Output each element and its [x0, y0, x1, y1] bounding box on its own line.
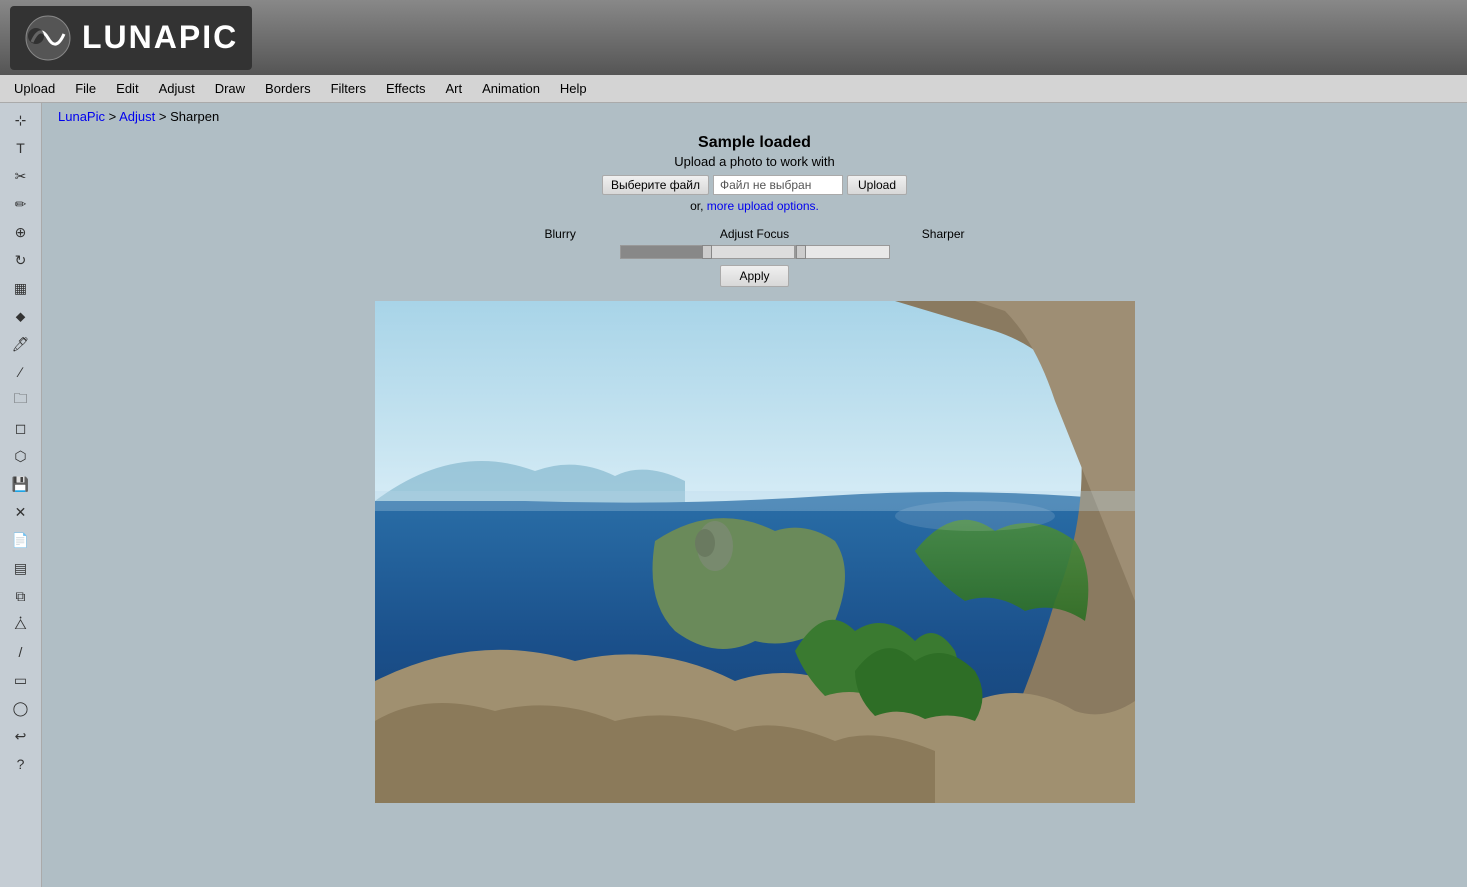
scissors-tool[interactable]: ✂ — [4, 163, 38, 189]
upload-subtitle: Upload a photo to work with — [674, 154, 834, 169]
layers-tool[interactable]: ▤ — [4, 555, 38, 581]
zoom-tool[interactable]: ⊕ — [4, 219, 38, 245]
sample-loaded-title: Sample loaded — [698, 134, 811, 152]
sample-image — [375, 301, 1135, 803]
sharpen-panel: Blurry Adjust Focus Sharper Apply — [58, 227, 1451, 287]
eraser-tool[interactable]: ◻ — [4, 415, 38, 441]
breadcrumb-sharpen: Sharpen — [170, 109, 219, 124]
save-tool[interactable]: 💾 — [4, 471, 38, 497]
left-toolbar: ⊹ T ✂ ✏ ⊕ ↻ ▦ ⬥ 🖊 ∕ 🗀 ◻ ⬡ 💾 ✕ 📄 ▤ ⧉ ⧊ / … — [0, 103, 42, 887]
upload-button[interactable]: Upload — [847, 175, 907, 195]
adjust-focus-label: Adjust Focus — [685, 227, 825, 241]
header: LUNAPIC — [0, 0, 1467, 75]
breadcrumb-lunapic[interactable]: LunaPic — [58, 109, 105, 124]
sharpen-slider-left[interactable] — [620, 245, 795, 259]
folder-tool[interactable]: 🗀 — [4, 387, 38, 413]
eyedropper-tool[interactable]: 🖊 — [4, 331, 38, 357]
ellipse-tool[interactable]: ◯ — [4, 695, 38, 721]
menu-filters[interactable]: Filters — [321, 77, 376, 100]
breadcrumb-sep2: > — [159, 109, 170, 124]
upload-panel: Sample loaded Upload a photo to work wit… — [58, 134, 1451, 213]
menu-animation[interactable]: Animation — [472, 77, 550, 100]
menu-edit[interactable]: Edit — [106, 77, 148, 100]
pen-tool[interactable]: ✏ — [4, 191, 38, 217]
apply-button[interactable]: Apply — [720, 265, 788, 287]
logo-icon-svg — [24, 14, 72, 62]
main-layout: ⊹ T ✂ ✏ ⊕ ↻ ▦ ⬥ 🖊 ∕ 🗀 ◻ ⬡ 💾 ✕ 📄 ▤ ⧉ ⧊ / … — [0, 103, 1467, 887]
line-tool[interactable]: / — [4, 639, 38, 665]
breadcrumb-adjust[interactable]: Adjust — [119, 109, 155, 124]
paint-bucket-tool[interactable]: ⬥ — [4, 303, 38, 329]
menu-art[interactable]: Art — [435, 77, 472, 100]
or-row: or, more upload options. — [690, 199, 819, 213]
image-area — [58, 301, 1451, 803]
or-text: or, — [690, 199, 703, 213]
help-tool[interactable]: ? — [4, 751, 38, 777]
rotate-tool[interactable]: ↻ — [4, 247, 38, 273]
breadcrumb: LunaPic > Adjust > Sharpen — [58, 109, 219, 124]
document-tool[interactable]: 📄 — [4, 527, 38, 553]
file-status-text: Файл не выбран — [713, 175, 843, 195]
sharper-label: Sharper — [825, 227, 965, 241]
close-tool[interactable]: ✕ — [4, 499, 38, 525]
menu-draw[interactable]: Draw — [205, 77, 255, 100]
choose-file-button[interactable]: Выберите файл — [602, 175, 709, 195]
menu-file[interactable]: File — [65, 77, 106, 100]
upload-row: Выберите файл Файл не выбран Upload — [602, 175, 907, 195]
logo-text: LUNAPIC — [82, 19, 238, 56]
rectangle-tool[interactable]: ▭ — [4, 667, 38, 693]
menu-upload[interactable]: Upload — [4, 77, 65, 100]
text-tool[interactable]: T — [4, 135, 38, 161]
undo-tool[interactable]: ↩ — [4, 723, 38, 749]
more-upload-options-link[interactable]: more upload options. — [707, 199, 819, 213]
sharpen-slider-right[interactable] — [795, 245, 890, 259]
menu-help[interactable]: Help — [550, 77, 597, 100]
menubar: Upload File Edit Adjust Draw Borders Fil… — [0, 75, 1467, 103]
menu-adjust[interactable]: Adjust — [149, 77, 205, 100]
menu-borders[interactable]: Borders — [255, 77, 321, 100]
sharpen-labels-row: Blurry Adjust Focus Sharper — [545, 227, 965, 241]
brush-tool[interactable]: ∕ — [4, 359, 38, 385]
blurry-label: Blurry — [545, 227, 685, 241]
menu-effects[interactable]: Effects — [376, 77, 436, 100]
stamp-tool[interactable]: ⬡ — [4, 443, 38, 469]
grid-tool[interactable]: ▦ — [4, 275, 38, 301]
copy-tool[interactable]: ⧉ — [4, 583, 38, 609]
paste-tool[interactable]: ⧊ — [4, 611, 38, 637]
logo-box: LUNAPIC — [10, 6, 252, 70]
breadcrumb-sep1: > — [109, 109, 120, 124]
move-tool[interactable]: ⊹ — [4, 107, 38, 133]
content-area: LunaPic > Adjust > Sharpen Sample loaded… — [42, 103, 1467, 887]
slider-row — [620, 245, 890, 259]
